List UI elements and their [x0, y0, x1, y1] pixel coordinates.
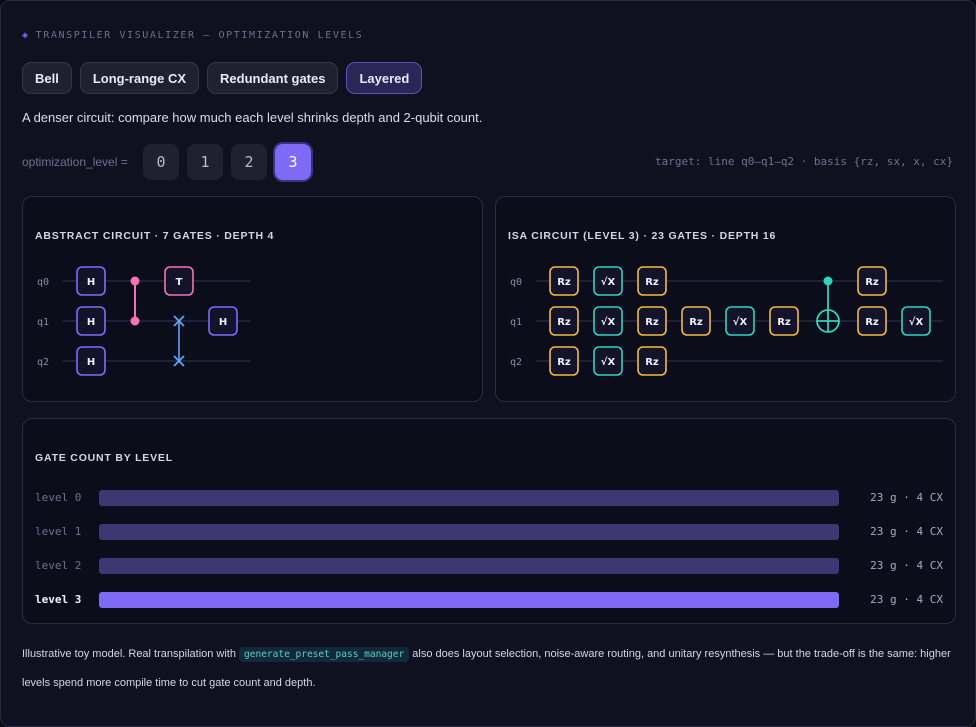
- gate-rz: Rz: [637, 306, 667, 336]
- isa-circuit-diagram: q0 q1 q2 Rz √X Rz Rz √X Rz Rz √X Rz Rz √X Rz Rz Rz √X: [510, 266, 943, 376]
- gate-label: Rz: [865, 317, 879, 328]
- gate-h: H: [76, 266, 106, 296]
- preset-button-layered[interactable]: Layered: [346, 62, 423, 94]
- gate-label: Rz: [557, 317, 571, 328]
- level-button-3[interactable]: 3: [275, 144, 311, 180]
- bar-track: [99, 524, 839, 540]
- control-dot: [130, 276, 140, 286]
- level-button-1[interactable]: 1: [187, 144, 223, 180]
- qubit-label: q2: [510, 357, 522, 368]
- footer-note: Illustrative toy model. Real transpilati…: [22, 640, 952, 698]
- gate-label: Rz: [645, 357, 659, 368]
- cx-gate: [816, 276, 840, 333]
- bar-track: [99, 592, 839, 608]
- preset-button-long-range-cx[interactable]: Long-range CX: [79, 62, 200, 94]
- level-label: level 0: [35, 491, 82, 504]
- gate-label: T: [176, 277, 183, 288]
- footer-text-before: Illustrative toy model. Real transpilati…: [22, 648, 236, 660]
- gate-h: H: [76, 346, 106, 376]
- gate-rz: Rz: [637, 266, 667, 296]
- gate-count-value: 23 g · 4 CX: [870, 559, 943, 572]
- qubit-label: q2: [37, 357, 49, 368]
- qubit-label: q0: [37, 277, 49, 288]
- gate-count-bar: [99, 524, 839, 540]
- gate-count-bar: [99, 592, 839, 608]
- level-label: level 3: [35, 593, 82, 606]
- gate-rz: Rz: [857, 266, 887, 296]
- gate-label: √X: [601, 356, 616, 368]
- gate-label: √X: [909, 316, 924, 328]
- gate-count-row: level 0 23 g · 4 CX: [35, 490, 943, 506]
- gate-label: H: [219, 317, 227, 328]
- optimization-level-selector: 0123: [143, 144, 311, 180]
- gate-label: H: [87, 317, 95, 328]
- isa-circuit-panel: ISA CIRCUIT (LEVEL 3) · 23 GATES · DEPTH…: [495, 196, 956, 402]
- gate-count-row: level 3 23 g · 4 CX: [35, 592, 943, 608]
- gate-rz: Rz: [857, 306, 887, 336]
- abstract-circuit-diagram: q0 q1 q2 H H H T H: [37, 266, 251, 376]
- gate-label: Rz: [865, 277, 879, 288]
- bar-track: [99, 558, 839, 574]
- gate-label: Rz: [777, 317, 791, 328]
- control-dot: [823, 276, 833, 286]
- gate-label: Rz: [689, 317, 703, 328]
- gate-h: H: [208, 306, 238, 336]
- gate-rz: Rz: [549, 346, 579, 376]
- app-title: ◈ TRANSPILER VISUALIZER — OPTIMIZATION LE…: [22, 30, 363, 41]
- gate-t: T: [164, 266, 194, 296]
- app-frame: ◈ TRANSPILER VISUALIZER — OPTIMIZATION LE…: [0, 0, 976, 727]
- gate-label: H: [87, 357, 95, 368]
- preset-buttons: Bell Long-range CX Redundant gates Layered: [22, 62, 423, 94]
- bar-track: [99, 490, 839, 506]
- target-info: target: line q0—q1—q2 · basis {rz, sx, x…: [654, 155, 953, 168]
- gate-x: √X: [593, 346, 623, 376]
- gate-count-row: level 2 23 g · 4 CX: [35, 558, 943, 574]
- gate-x: √X: [901, 306, 931, 336]
- gate-label: √X: [601, 276, 616, 288]
- gate-label: Rz: [557, 277, 571, 288]
- preset-button-redundant-gates[interactable]: Redundant gates: [207, 62, 339, 94]
- gate-count-bar: [99, 558, 839, 574]
- cz-gate: [130, 276, 140, 326]
- app-title-text: TRANSPILER VISUALIZER — OPTIMIZATION LEV…: [35, 30, 364, 41]
- gate-count-value: 23 g · 4 CX: [870, 525, 943, 538]
- qubit-label: q1: [37, 317, 49, 328]
- gate-count-value: 23 g · 4 CX: [870, 593, 943, 606]
- preset-button-bell[interactable]: Bell: [22, 62, 72, 94]
- gate-label: Rz: [645, 277, 659, 288]
- level-label: level 1: [35, 525, 82, 538]
- gate-rz: Rz: [681, 306, 711, 336]
- qubit-label: q1: [510, 317, 522, 328]
- level-button-0[interactable]: 0: [143, 144, 179, 180]
- gate-label: √X: [601, 316, 616, 328]
- swap-gate: [173, 315, 185, 367]
- gate-count-title: GATE COUNT BY LEVEL: [35, 452, 173, 464]
- gate-label: Rz: [557, 357, 571, 368]
- gate-x: √X: [593, 306, 623, 336]
- gate-rz: Rz: [549, 306, 579, 336]
- diamond-icon: ◈: [22, 30, 30, 41]
- optimization-level-label: optimization_level =: [22, 155, 128, 169]
- gate-rz: Rz: [769, 306, 799, 336]
- gate-rz: Rz: [549, 266, 579, 296]
- control-dot: [130, 316, 140, 326]
- gate-count-panel: GATE COUNT BY LEVEL level 0 23 g · 4 CX le…: [22, 418, 956, 624]
- gate-count-row: level 1 23 g · 4 CX: [35, 524, 943, 540]
- footer-code: generate_preset_pass_manager: [239, 647, 410, 662]
- qubit-label: q0: [510, 277, 522, 288]
- gate-h: H: [76, 306, 106, 336]
- gate-label: H: [87, 277, 95, 288]
- gate-label: Rz: [645, 317, 659, 328]
- level-label: level 2: [35, 559, 82, 572]
- gate-x: √X: [725, 306, 755, 336]
- gate-rz: Rz: [637, 346, 667, 376]
- gate-count-bar: [99, 490, 839, 506]
- level-button-2[interactable]: 2: [231, 144, 267, 180]
- gate-x: √X: [593, 266, 623, 296]
- circuit-description: A denser circuit: compare how much each …: [22, 110, 483, 125]
- abstract-circuit-panel: ABSTRACT CIRCUIT · 7 GATES · DEPTH 4 q0 q…: [22, 196, 483, 402]
- gate-count-value: 23 g · 4 CX: [870, 491, 943, 504]
- gate-label: √X: [733, 316, 748, 328]
